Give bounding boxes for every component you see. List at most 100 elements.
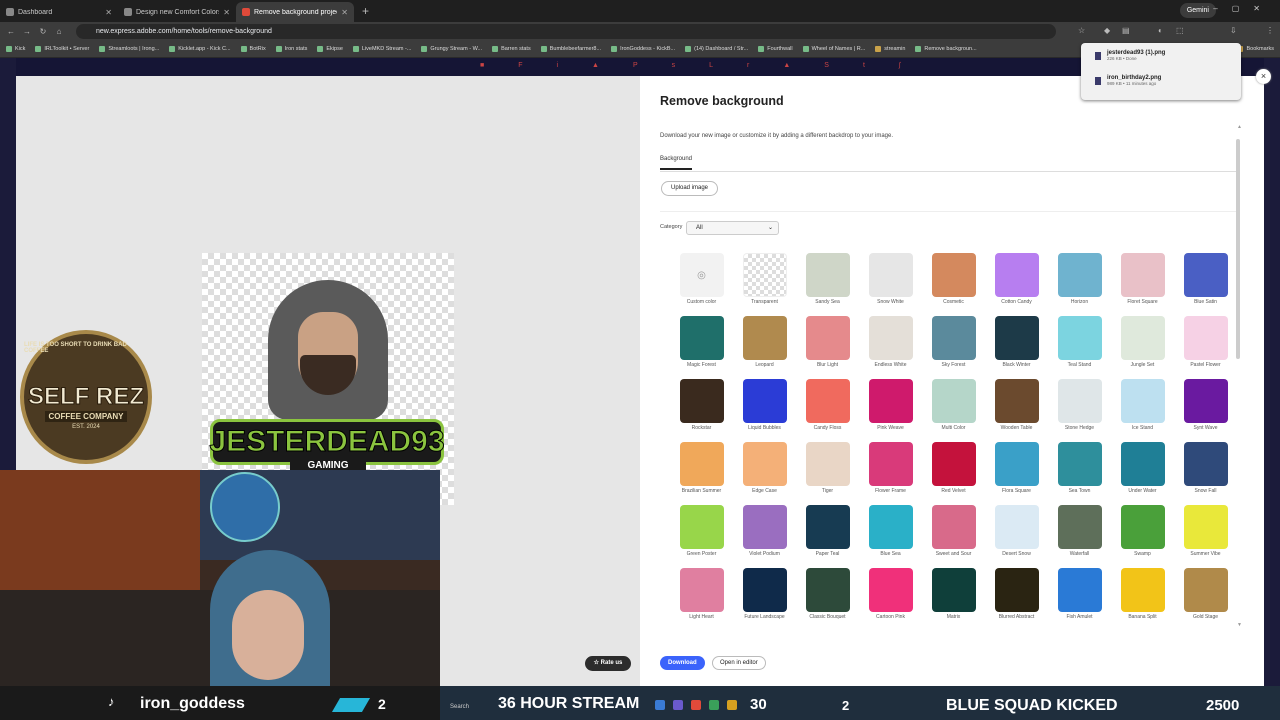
background-thumbnail[interactable]	[931, 505, 976, 549]
background-thumbnail[interactable]	[1183, 253, 1228, 297]
background-option[interactable]: Liquid Bubbles	[733, 379, 796, 442]
bookmark-item[interactable]: Fourthwall	[758, 46, 793, 52]
bookmark-item[interactable]: Grungy Stream - W...	[421, 46, 482, 52]
back-icon[interactable]: ←	[6, 27, 16, 36]
background-thumbnail[interactable]	[679, 568, 724, 612]
background-option[interactable]: Classic Bouquet	[796, 568, 859, 631]
browser-tab-dashboard[interactable]: Dashboard ✕	[0, 2, 118, 22]
background-option[interactable]: Transparent	[733, 253, 796, 316]
background-thumbnail[interactable]	[679, 442, 724, 486]
background-option[interactable]: Gold Stage	[1174, 568, 1237, 631]
background-option[interactable]: Snow Fall	[1174, 442, 1237, 505]
background-option[interactable]: Cartoon Pink	[859, 568, 922, 631]
forward-icon[interactable]: →	[22, 27, 32, 36]
scrollbar-thumb[interactable]	[1236, 139, 1240, 359]
background-thumbnail[interactable]	[1183, 568, 1228, 612]
background-thumbnail[interactable]	[931, 442, 976, 486]
background-thumbnail[interactable]	[868, 253, 913, 297]
background-thumbnail[interactable]	[805, 568, 850, 612]
background-thumbnail[interactable]	[994, 442, 1039, 486]
bookmark-item[interactable]: Kicklet.app - Kick C...	[169, 46, 231, 52]
star-icon[interactable]: ☆	[1078, 26, 1085, 35]
background-thumbnail[interactable]	[742, 505, 787, 549]
background-thumbnail[interactable]	[868, 568, 913, 612]
taskbar-search[interactable]: Search	[450, 704, 469, 710]
extension-icon[interactable]: ◆	[1104, 26, 1110, 35]
background-thumbnail[interactable]	[868, 505, 913, 549]
bookmark-item[interactable]: Ekipse	[317, 46, 343, 52]
background-option[interactable]: Tiger	[796, 442, 859, 505]
background-thumbnail[interactable]	[1057, 568, 1102, 612]
background-option[interactable]: Ice Stand	[1111, 379, 1174, 442]
background-option[interactable]: Brazilian Summer	[670, 442, 733, 505]
background-thumbnail[interactable]	[931, 253, 976, 297]
background-option[interactable]: Violet Podium	[733, 505, 796, 568]
background-thumbnail[interactable]	[931, 568, 976, 612]
bookmark-item[interactable]: BotRix	[240, 46, 266, 52]
taskbar-app-icon[interactable]	[691, 700, 701, 710]
background-option[interactable]: Magic Forest	[670, 316, 733, 379]
browser-tab-design[interactable]: Design new Comfort Colors Ga ✕	[118, 2, 236, 22]
background-thumbnail[interactable]	[868, 442, 913, 486]
background-thumbnail[interactable]	[805, 253, 850, 297]
bookmark-item[interactable]: Bumblebeefarmer8...	[540, 46, 601, 52]
background-option[interactable]: Green Poster	[670, 505, 733, 568]
taskbar-app-icon[interactable]	[655, 700, 665, 710]
taskbar-app-icon[interactable]	[709, 700, 719, 710]
background-option[interactable]: Fish Amulet	[1048, 568, 1111, 631]
background-thumbnail[interactable]	[994, 316, 1039, 360]
bookmark-folder[interactable]: streamin	[875, 46, 905, 52]
extension-icon[interactable]: ▤	[1122, 26, 1130, 35]
background-option[interactable]: Blue Satin	[1174, 253, 1237, 316]
tab-close-icon[interactable]: ✕	[105, 8, 112, 17]
background-thumbnail[interactable]	[1120, 568, 1165, 612]
background-thumbnail[interactable]	[1120, 253, 1165, 297]
background-option[interactable]: Pink Weave	[859, 379, 922, 442]
url-field[interactable]: new.express.adobe.com/home/tools/remove-…	[76, 24, 1056, 39]
background-option[interactable]: Matrix	[922, 568, 985, 631]
background-option[interactable]: Red Velvet	[922, 442, 985, 505]
open-in-editor-button[interactable]: Open in editor	[712, 656, 766, 670]
download-item[interactable]: iron_birthday2.png 989 KB • 11 minutes a…	[1095, 75, 1161, 86]
background-option[interactable]: Stone Hedge	[1048, 379, 1111, 442]
background-thumbnail[interactable]	[1120, 442, 1165, 486]
background-option[interactable]: Swamp	[1111, 505, 1174, 568]
background-option[interactable]: Banana Split	[1111, 568, 1174, 631]
background-thumbnail[interactable]	[994, 568, 1039, 612]
bookmark-item[interactable]: Wheel of Names | R...	[802, 46, 865, 52]
background-option[interactable]: Paper Teal	[796, 505, 859, 568]
background-thumbnail[interactable]	[994, 253, 1039, 297]
background-option[interactable]: Sea Town	[1048, 442, 1111, 505]
background-option[interactable]: Rockstar	[670, 379, 733, 442]
background-thumbnail[interactable]	[994, 379, 1039, 423]
background-thumbnail[interactable]	[1057, 316, 1102, 360]
background-option[interactable]: Sweet and Sour	[922, 505, 985, 568]
new-tab-button[interactable]: +	[354, 2, 377, 22]
background-option[interactable]: Horizon	[1048, 253, 1111, 316]
background-option[interactable]: Blur Light	[796, 316, 859, 379]
background-thumbnail[interactable]	[1057, 442, 1102, 486]
background-thumbnail[interactable]	[679, 505, 724, 549]
extensions-icon[interactable]: ⬚	[1176, 26, 1184, 35]
background-option[interactable]: Jungle Set	[1111, 316, 1174, 379]
background-option[interactable]: Flower Frame	[859, 442, 922, 505]
background-option[interactable]: Sky Forest	[922, 316, 985, 379]
background-thumbnail[interactable]: ◎	[679, 253, 724, 297]
background-option[interactable]: Candy Floss	[796, 379, 859, 442]
background-option[interactable]: Waterfall	[1048, 505, 1111, 568]
background-thumbnail[interactable]	[994, 505, 1039, 549]
background-option[interactable]: Black Winter	[985, 316, 1048, 379]
background-option[interactable]: Snow White	[859, 253, 922, 316]
background-thumbnail[interactable]	[1183, 442, 1228, 486]
browser-tab-remove-background[interactable]: Remove background project - ✕	[236, 2, 354, 22]
close-icon[interactable]: ×	[1256, 69, 1271, 84]
background-option[interactable]: Edge Case	[733, 442, 796, 505]
background-thumbnail[interactable]	[1120, 316, 1165, 360]
background-thumbnail[interactable]	[1183, 505, 1228, 549]
background-thumbnail[interactable]	[679, 379, 724, 423]
gemini-button[interactable]: Gemini	[1179, 3, 1216, 18]
background-option[interactable]: Multi Color	[922, 379, 985, 442]
background-option[interactable]: Blurred Abstract	[985, 568, 1048, 631]
bookmark-item[interactable]: LiveMKD Stream -...	[352, 46, 411, 52]
background-option[interactable]: Under Water	[1111, 442, 1174, 505]
